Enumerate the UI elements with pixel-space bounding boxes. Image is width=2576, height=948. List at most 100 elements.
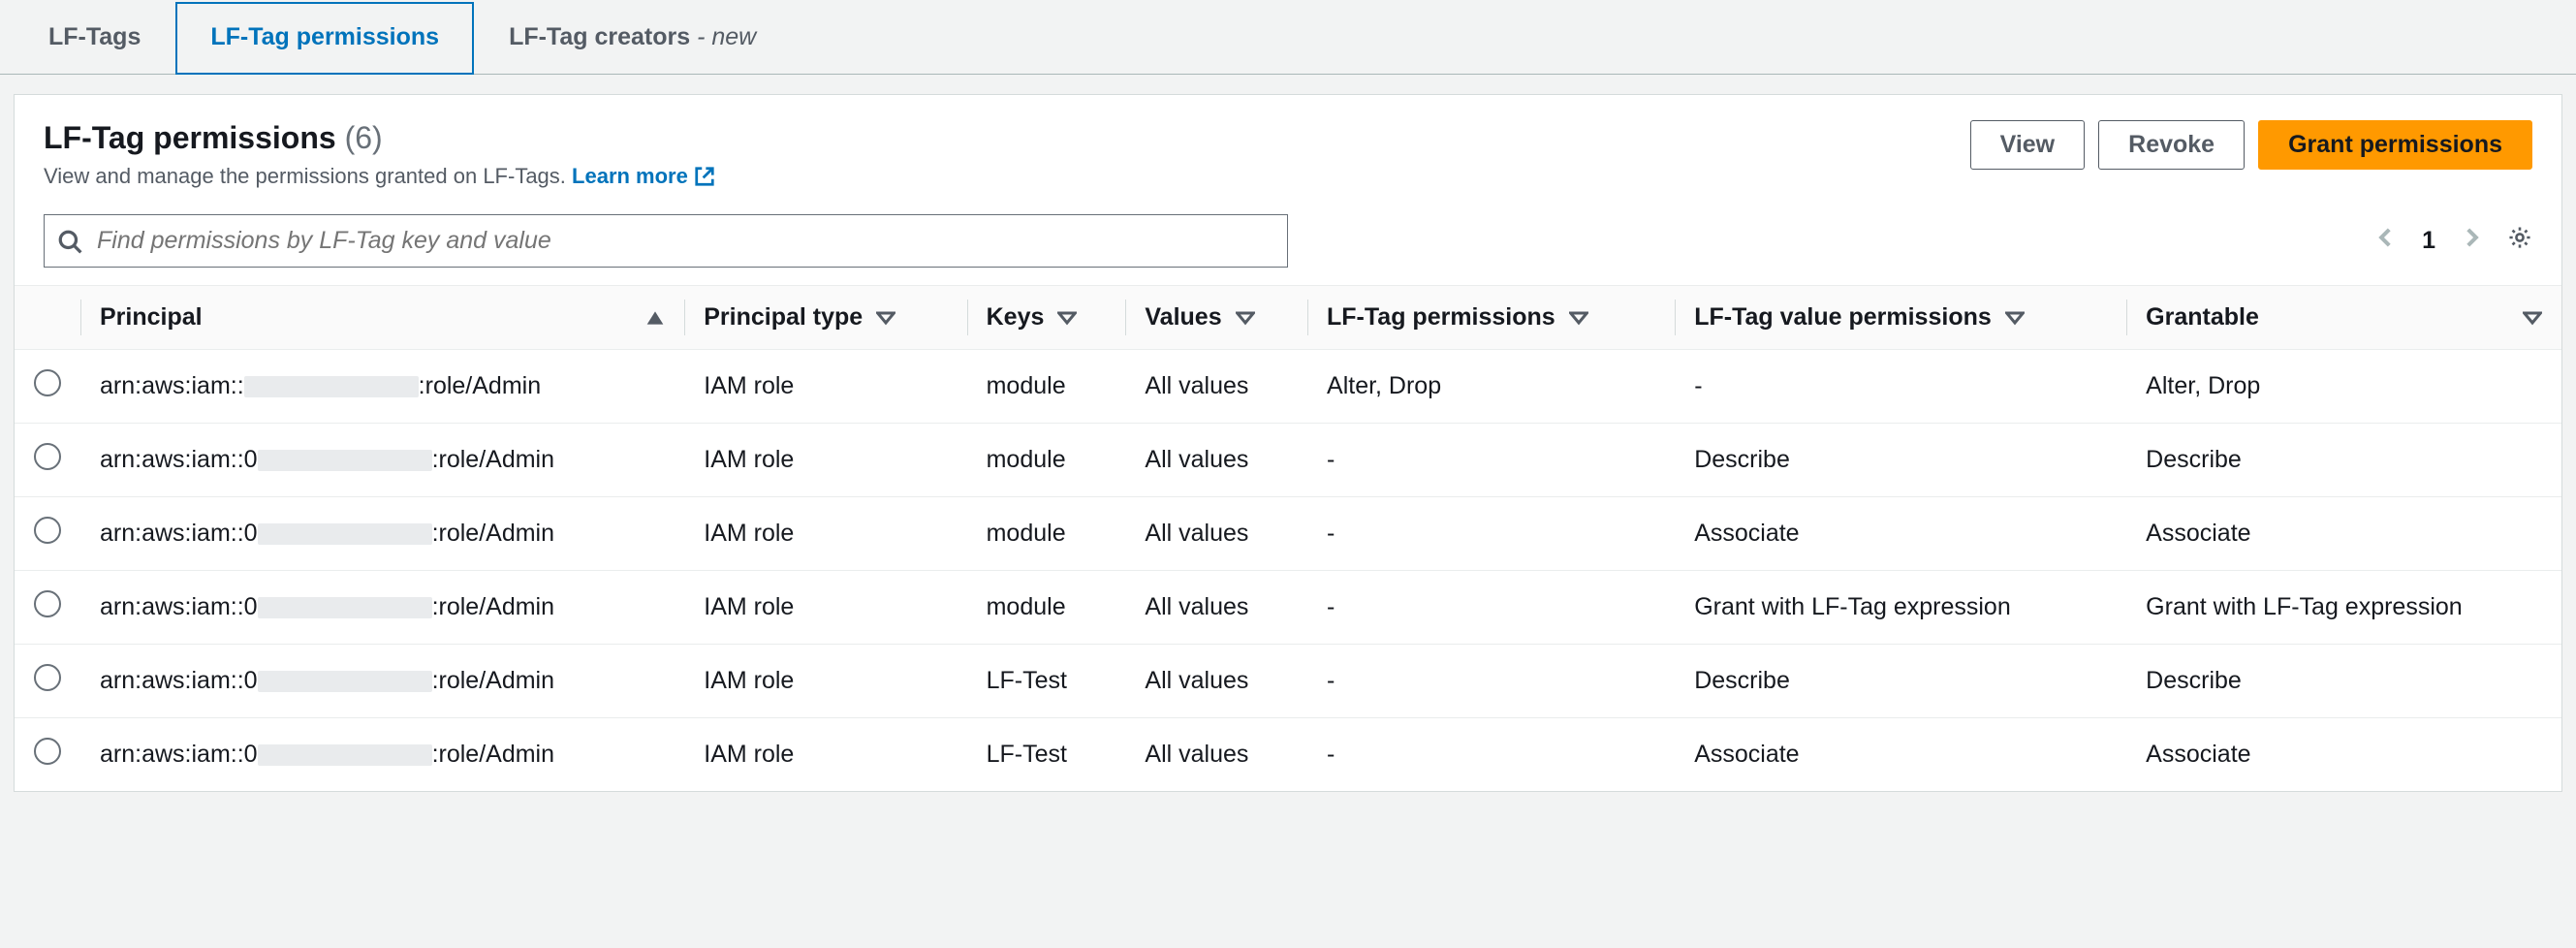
row-radio[interactable] <box>34 664 61 691</box>
tab-lf-tag-creators[interactable]: LF-Tag creators - new <box>474 2 791 75</box>
filter-icon <box>876 308 895 328</box>
page-description: View and manage the permissions granted … <box>44 164 566 188</box>
search-wrapper <box>44 214 1288 268</box>
prev-page-button[interactable] <box>2373 225 2399 257</box>
page-title: LF-Tag permissions <box>44 120 336 155</box>
cell-principal: arn:aws:iam:::role/Admin <box>80 350 684 424</box>
col-label: LF-Tag permissions <box>1327 303 1555 332</box>
title-block: LF-Tag permissions (6) View and manage t… <box>44 120 715 189</box>
col-principal[interactable]: Principal <box>80 286 684 350</box>
item-count: (6) <box>345 120 383 155</box>
cell-values: All values <box>1125 645 1307 718</box>
external-link-icon <box>694 166 715 187</box>
cell-lf-tag-permissions: - <box>1307 645 1675 718</box>
learn-more-label: Learn more <box>572 164 688 189</box>
toolbar: 1 <box>15 189 2561 285</box>
cell-grantable: Associate <box>2126 718 2561 792</box>
col-keys[interactable]: Keys <box>967 286 1126 350</box>
filter-icon <box>1236 308 1255 328</box>
cell-principal: arn:aws:iam::0:role/Admin <box>80 571 684 645</box>
row-radio[interactable] <box>34 738 61 765</box>
table-header-row: Principal Principal type Keys <box>15 286 2561 350</box>
col-lf-tag-value-permissions[interactable]: LF-Tag value permissions <box>1675 286 2126 350</box>
cell-grantable: Describe <box>2126 645 2561 718</box>
gear-icon <box>2507 225 2532 250</box>
cell-lf-tag-permissions: Alter, Drop <box>1307 350 1675 424</box>
redacted-account <box>244 376 419 397</box>
cell-values: All values <box>1125 424 1307 497</box>
col-label: Principal <box>100 303 203 332</box>
cell-values: All values <box>1125 497 1307 571</box>
col-grantable[interactable]: Grantable <box>2126 286 2561 350</box>
cell-keys: LF-Test <box>967 718 1126 792</box>
cell-principal: arn:aws:iam::0:role/Admin <box>80 424 684 497</box>
col-principal-type[interactable]: Principal type <box>684 286 966 350</box>
cell-principal: arn:aws:iam::0:role/Admin <box>80 718 684 792</box>
pagination: 1 <box>2373 225 2532 257</box>
cell-principal-type: IAM role <box>684 497 966 571</box>
cell-grantable: Associate <box>2126 497 2561 571</box>
tab-lf-tag-permissions[interactable]: LF-Tag permissions <box>175 2 474 75</box>
cell-values: All values <box>1125 718 1307 792</box>
revoke-button[interactable]: Revoke <box>2098 120 2245 170</box>
cell-keys: module <box>967 424 1126 497</box>
cell-lf-tag-value-permissions: Grant with LF-Tag expression <box>1675 571 2126 645</box>
settings-button[interactable] <box>2507 225 2532 257</box>
col-label: Grantable <box>2146 303 2259 332</box>
cell-lf-tag-value-permissions: Describe <box>1675 424 2126 497</box>
cell-grantable: Alter, Drop <box>2126 350 2561 424</box>
learn-more-link[interactable]: Learn more <box>572 164 715 189</box>
cell-lf-tag-permissions: - <box>1307 497 1675 571</box>
col-values[interactable]: Values <box>1125 286 1307 350</box>
cell-grantable: Grant with LF-Tag expression <box>2126 571 2561 645</box>
cell-principal-type: IAM role <box>684 645 966 718</box>
filter-icon <box>1569 308 1588 328</box>
cell-values: All values <box>1125 571 1307 645</box>
row-radio[interactable] <box>34 443 61 470</box>
cell-principal-type: IAM role <box>684 424 966 497</box>
cell-lf-tag-value-permissions: Associate <box>1675 497 2126 571</box>
cell-principal-type: IAM role <box>684 350 966 424</box>
chevron-right-icon <box>2459 225 2484 250</box>
grant-permissions-button[interactable]: Grant permissions <box>2258 120 2532 170</box>
cell-keys: module <box>967 571 1126 645</box>
row-radio[interactable] <box>34 369 61 396</box>
cell-lf-tag-value-permissions: Associate <box>1675 718 2126 792</box>
cell-principal: arn:aws:iam::0:role/Admin <box>80 645 684 718</box>
filter-icon <box>2005 308 2025 328</box>
cell-lf-tag-permissions: - <box>1307 571 1675 645</box>
view-button[interactable]: View <box>1970 120 2086 170</box>
filter-icon <box>1057 308 1077 328</box>
filter-icon <box>2523 308 2542 328</box>
row-radio[interactable] <box>34 517 61 544</box>
col-label: Values <box>1145 303 1221 332</box>
cell-lf-tag-value-permissions: - <box>1675 350 2126 424</box>
col-select <box>15 286 80 350</box>
row-radio[interactable] <box>34 590 61 617</box>
col-label: Keys <box>987 303 1045 332</box>
tabs-bar: LF-Tags LF-Tag permissions LF-Tag creato… <box>0 2 2576 75</box>
col-label: Principal type <box>704 303 863 332</box>
table-row[interactable]: arn:aws:iam::0:role/Admin IAM role modul… <box>15 497 2561 571</box>
search-input[interactable] <box>44 214 1288 268</box>
next-page-button[interactable] <box>2459 225 2484 257</box>
tab-new-badge: - new <box>697 23 756 50</box>
cell-keys: module <box>967 350 1126 424</box>
page-number: 1 <box>2422 227 2435 255</box>
tab-lf-tags[interactable]: LF-Tags <box>14 2 175 75</box>
cell-principal-type: IAM role <box>684 718 966 792</box>
panel-header: LF-Tag permissions (6) View and manage t… <box>15 95 2561 189</box>
table-row[interactable]: arn:aws:iam::0:role/Admin IAM role modul… <box>15 424 2561 497</box>
cell-principal: arn:aws:iam::0:role/Admin <box>80 497 684 571</box>
action-buttons: View Revoke Grant permissions <box>1970 120 2532 170</box>
table-row[interactable]: arn:aws:iam::0:role/Admin IAM role LF-Te… <box>15 718 2561 792</box>
col-lf-tag-permissions[interactable]: LF-Tag permissions <box>1307 286 1675 350</box>
table-row[interactable]: arn:aws:iam::0:role/Admin IAM role modul… <box>15 571 2561 645</box>
redacted-account <box>258 523 432 545</box>
cell-lf-tag-permissions: - <box>1307 718 1675 792</box>
redacted-account <box>258 671 432 692</box>
table-row[interactable]: arn:aws:iam::0:role/Admin IAM role LF-Te… <box>15 645 2561 718</box>
cell-keys: module <box>967 497 1126 571</box>
table-row[interactable]: arn:aws:iam:::role/Admin IAM role module… <box>15 350 2561 424</box>
chevron-left-icon <box>2373 225 2399 250</box>
